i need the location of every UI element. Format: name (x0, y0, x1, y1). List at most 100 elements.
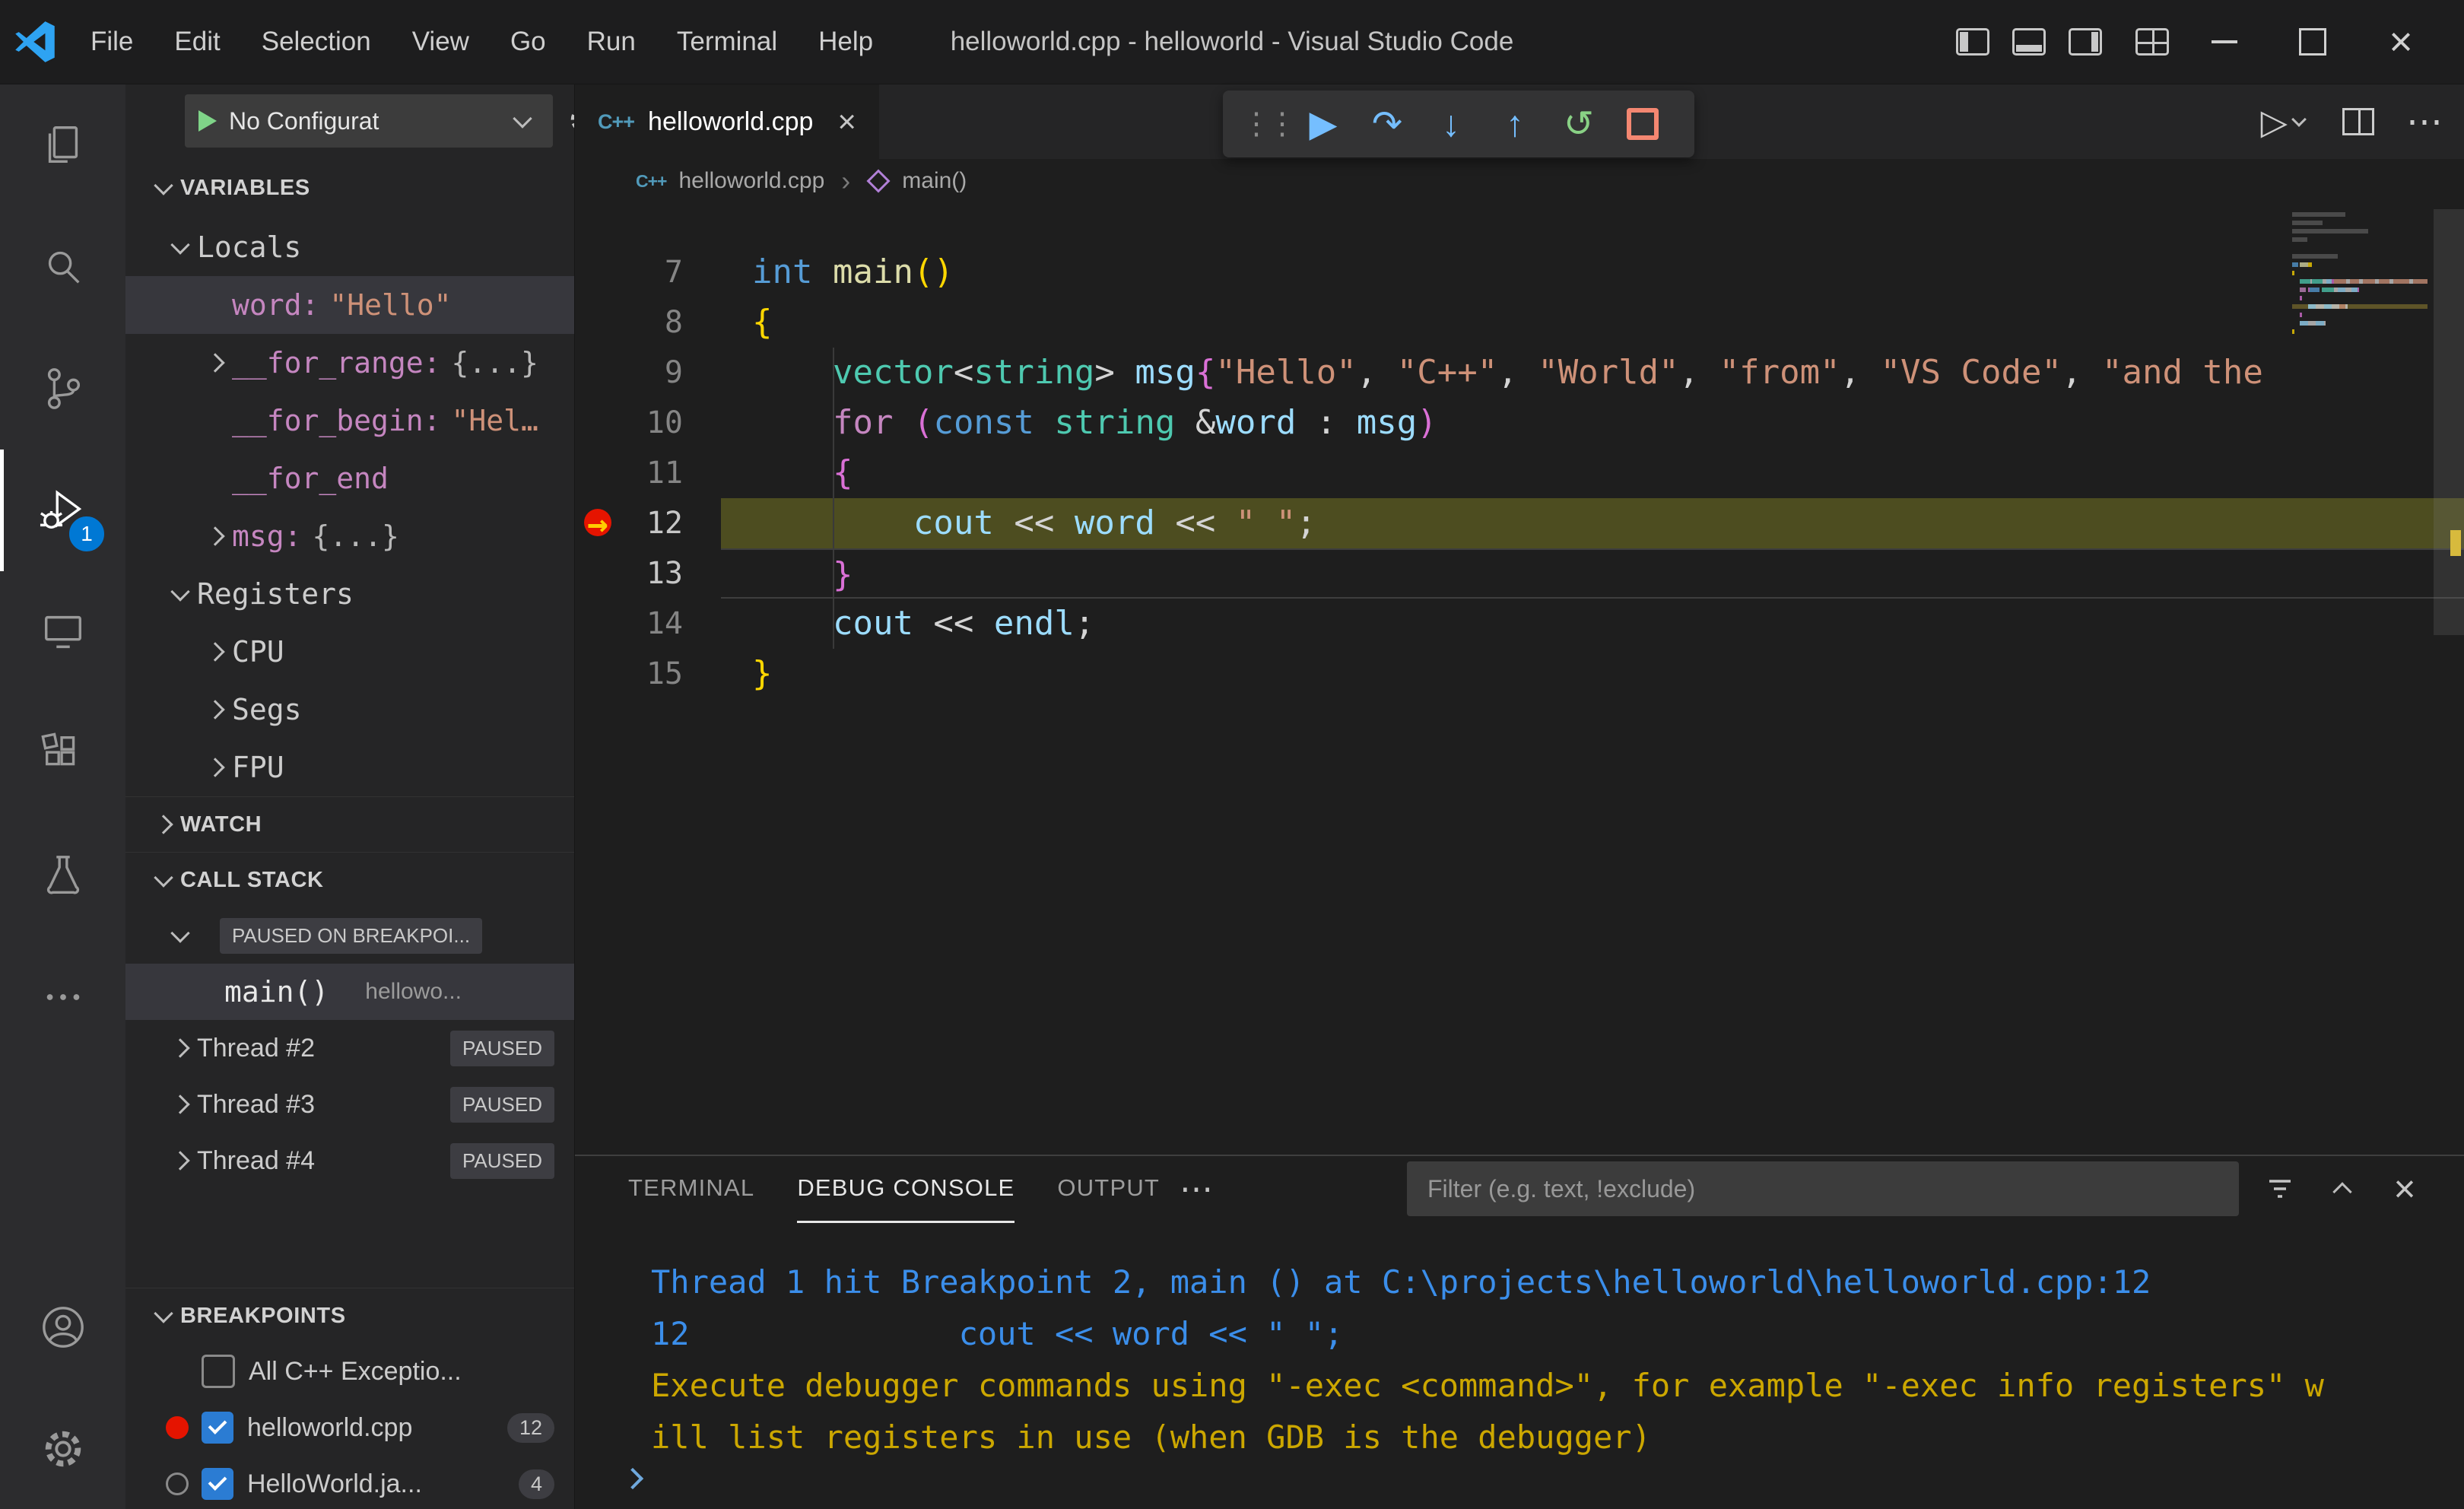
minimize-button[interactable] (2192, 0, 2257, 84)
panel-more-tabs-icon[interactable]: ⋯ (1180, 1170, 1215, 1209)
breakpoint-gutter[interactable] (575, 649, 628, 699)
start-debug-icon[interactable] (198, 110, 217, 132)
menu-item-terminal[interactable]: Terminal (656, 14, 798, 69)
menu-item-view[interactable]: View (392, 14, 490, 69)
menu-item-help[interactable]: Help (798, 14, 894, 69)
callstack-frame-main[interactable]: main() hellowo... (125, 964, 574, 1020)
breakpoint-gutter[interactable] (575, 297, 628, 348)
breadcrumb-file[interactable]: helloworld.cpp (678, 168, 824, 194)
code-editor[interactable]: 7 int main() 8{9 vector<string> msg{"Hello… (575, 203, 2464, 1155)
debug-console-output[interactable]: Thread 1 hit Breakpoint 2, main () at C:… (575, 1221, 2464, 1509)
breakpoint-checkbox[interactable] (202, 1412, 233, 1444)
console-line: Execute debugger commands using "-exec <… (651, 1367, 2324, 1404)
debug-configuration-dropdown[interactable]: No Configurat (185, 94, 553, 148)
breadcrumb[interactable]: C++ helloworld.cpp › main() (575, 159, 2464, 203)
breakpoint-row[interactable]: HelloWorld.ja... 4 (125, 1456, 574, 1509)
tab-helloworld-cpp[interactable]: C++ helloworld.cpp × (575, 84, 879, 159)
breakpoint-gutter[interactable]: → (575, 498, 628, 548)
variable-row[interactable]: __for_range: {...} (125, 334, 574, 392)
activity-source-control[interactable] (0, 328, 125, 450)
panel-tab-terminal[interactable]: TERMINAL (628, 1156, 754, 1223)
callstack-thread-1[interactable]: PAUSED ON BREAKPOI... (125, 907, 574, 964)
activity-remote-explorer[interactable] (0, 571, 125, 693)
breakpoint-gutter[interactable] (575, 548, 628, 599)
collapse-panel-icon[interactable] (2321, 1167, 2364, 1210)
menu-item-go[interactable]: Go (490, 14, 567, 69)
section-variables[interactable]: VARIABLES (125, 157, 574, 218)
activity-settings-gear-icon[interactable] (0, 1388, 125, 1509)
tab-close-icon[interactable]: × (837, 103, 856, 140)
panel-tab-output[interactable]: OUTPUT (1057, 1156, 1160, 1223)
close-panel-icon[interactable]: × (2383, 1167, 2426, 1210)
debug-step-into-button[interactable]: ↓ (1422, 95, 1480, 153)
run-or-debug-button[interactable]: ▷ (2261, 101, 2310, 142)
debug-step-out-button[interactable]: ↑ (1486, 95, 1544, 153)
breakpoint-gutter[interactable] (575, 247, 628, 297)
panel-tab-debug-console[interactable]: DEBUG CONSOLE (797, 1156, 1015, 1223)
panel-tabs: TERMINAL DEBUG CONSOLE OUTPUT (628, 1156, 1160, 1223)
breakpoint-gutter[interactable] (575, 398, 628, 448)
debug-continue-button[interactable]: ▶ (1294, 95, 1352, 153)
console-prompt-icon[interactable] (621, 1467, 2464, 1490)
breakpoint-row[interactable]: helloworld.cpp 12 (125, 1399, 574, 1456)
debug-stop-button[interactable] (1614, 95, 1672, 153)
code-line: 14 cout << endl; (575, 599, 2464, 649)
breakpoint-gutter[interactable] (575, 448, 628, 498)
indent-guide (832, 550, 834, 597)
breadcrumb-symbol[interactable]: main() (902, 168, 967, 194)
callstack-thread-row[interactable]: Thread #2 PAUSED (125, 1020, 574, 1076)
section-breakpoints[interactable]: BREAKPOINTS (125, 1288, 574, 1343)
debug-settings-gear-icon[interactable] (567, 102, 574, 141)
activity-more-icon[interactable] (0, 936, 125, 1058)
variable-row[interactable]: __for_begin: "Hel… (125, 392, 574, 450)
breakpoint-checkbox[interactable] (202, 1355, 235, 1388)
variable-row[interactable]: Segs (125, 681, 574, 739)
breakpoint-gutter[interactable] (575, 599, 628, 649)
debug-count-badge: 1 (66, 513, 107, 554)
activity-account[interactable] (0, 1266, 125, 1388)
debug-restart-button[interactable]: ↺ (1550, 95, 1608, 153)
activity-extensions[interactable] (0, 693, 125, 815)
variable-row[interactable]: word: "Hello" (125, 276, 574, 334)
chevron-separator: › (841, 165, 851, 196)
split-editor-icon[interactable] (2342, 108, 2374, 135)
chevron-right-icon (198, 635, 232, 669)
titlebar-controls: × (1956, 0, 2464, 84)
variable-row[interactable]: CPU (125, 623, 574, 681)
minimap[interactable] (2292, 212, 2427, 338)
menu-item-run[interactable]: Run (567, 14, 656, 69)
variable-row[interactable]: __for_end (125, 450, 574, 507)
titlebar: File Edit Selection View Go Run Terminal Help h… (0, 0, 2464, 84)
debug-step-over-button[interactable]: ↷ (1358, 95, 1416, 153)
tab-label: helloworld.cpp (648, 106, 814, 136)
layout-panel-icon[interactable] (2012, 28, 2046, 56)
breakpoint-gutter[interactable] (575, 348, 628, 398)
activity-search[interactable] (0, 206, 125, 328)
close-button[interactable]: × (2368, 0, 2434, 84)
variable-row[interactable]: Registers (125, 565, 574, 623)
editor-scrollbar[interactable] (2434, 209, 2464, 635)
more-actions-icon[interactable]: ⋯ (2406, 100, 2444, 143)
menu-item-file[interactable]: File (70, 14, 154, 69)
variable-row[interactable]: msg: {...} (125, 507, 574, 565)
layout-sidebar-left-icon[interactable] (1956, 28, 1989, 56)
callstack-thread-row[interactable]: Thread #3 PAUSED (125, 1076, 574, 1133)
breakpoint-checkbox[interactable] (202, 1468, 233, 1500)
debug-filter-input[interactable] (1407, 1161, 2239, 1216)
activity-run-and-debug[interactable]: 1 (0, 450, 125, 571)
filter-icon[interactable] (2259, 1167, 2301, 1210)
menu-item-selection[interactable]: Selection (241, 14, 392, 69)
layout-sidebar-right-icon[interactable] (2069, 28, 2102, 56)
section-watch[interactable]: WATCH (125, 796, 574, 852)
menu-item-edit[interactable]: Edit (154, 14, 240, 69)
activity-testing[interactable] (0, 815, 125, 936)
activity-explorer[interactable] (0, 84, 125, 206)
variable-row[interactable]: Locals (125, 218, 574, 276)
maximize-button[interactable] (2280, 0, 2345, 84)
section-call-stack[interactable]: CALL STACK (125, 852, 574, 907)
breakpoint-row[interactable]: All C++ Exceptio... (125, 1343, 574, 1399)
customize-layout-icon[interactable] (2135, 28, 2169, 56)
variable-row[interactable]: FPU (125, 739, 574, 796)
breakpoint-dot-icon (153, 1416, 202, 1439)
callstack-thread-row[interactable]: Thread #4 PAUSED (125, 1133, 574, 1189)
